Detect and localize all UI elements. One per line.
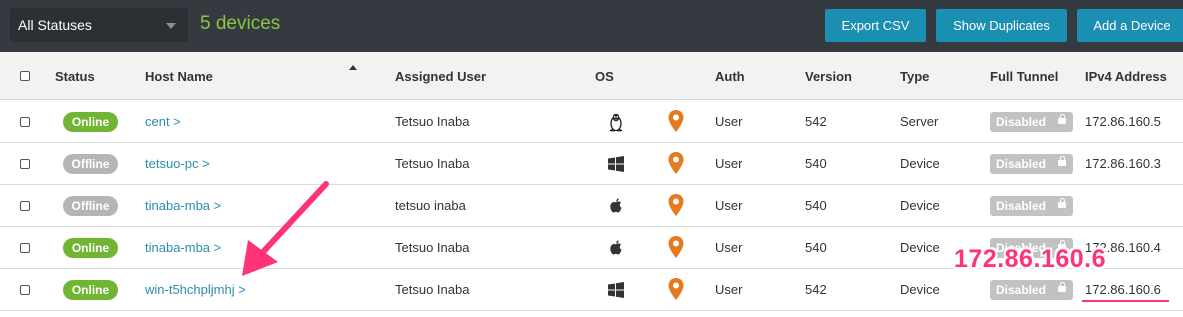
auth-value: User [715, 156, 743, 171]
ip-underline-annotation [1082, 300, 1169, 302]
toolbar: All Statuses 5 devices Export CSV Show D… [0, 0, 1183, 52]
column-assigned-user[interactable]: Assigned User [395, 69, 486, 84]
assigned-user: Tetsuo Inaba [395, 282, 470, 297]
table-row: Offline tetsuo-pc > Tetsuo Inaba User 54… [0, 143, 1183, 185]
assigned-user: tetsuo inaba [395, 198, 466, 213]
full-tunnel-label: Disabled [996, 199, 1047, 213]
full-tunnel-label: Disabled [996, 115, 1047, 129]
device-type: Device [900, 198, 940, 213]
location-pin-icon[interactable] [667, 193, 685, 217]
full-tunnel-badge[interactable]: Disabled [990, 112, 1073, 132]
ipv4-address: 172.86.160.3 [1085, 156, 1161, 171]
ip-address-callout: 172.86.160.6 [954, 245, 1106, 273]
unlock-icon [1058, 198, 1066, 208]
status-badge: Online [63, 280, 118, 300]
status-filter-value: All Statuses [18, 17, 92, 33]
column-type[interactable]: Type [900, 69, 929, 84]
table-row: Online win-t5hchpljmhj > Tetsuo Inaba Us… [0, 269, 1183, 311]
unlock-icon [1058, 282, 1066, 292]
location-pin-icon[interactable] [667, 235, 685, 259]
device-type: Device [900, 282, 940, 297]
linux-icon [609, 113, 623, 132]
apple-icon [610, 198, 622, 213]
full-tunnel-badge[interactable]: Disabled [990, 280, 1073, 300]
export-csv-button[interactable]: Export CSV [825, 9, 926, 42]
host-name-link[interactable]: tinaba-mba > [145, 240, 221, 255]
status-badge: Online [63, 112, 118, 132]
auth-value: User [715, 114, 743, 129]
host-name-link[interactable]: win-t5hchpljmhj > [145, 282, 246, 297]
ipv4-address: 172.86.160.5 [1085, 114, 1161, 129]
auth-value: User [715, 282, 743, 297]
chevron-down-icon [166, 23, 176, 29]
auth-value: User [715, 198, 743, 213]
full-tunnel-label: Disabled [996, 283, 1047, 297]
version-value: 540 [805, 240, 827, 255]
column-full-tunnel[interactable]: Full Tunnel [990, 69, 1058, 84]
column-os[interactable]: OS [595, 69, 614, 84]
location-pin-icon[interactable] [667, 109, 685, 133]
host-name-link[interactable]: tetsuo-pc > [145, 156, 210, 171]
device-count: 5 devices [200, 13, 281, 34]
row-checkbox[interactable] [20, 243, 30, 253]
windows-icon [608, 282, 624, 298]
version-value: 540 [805, 156, 827, 171]
row-checkbox[interactable] [20, 285, 30, 295]
column-auth[interactable]: Auth [715, 69, 745, 84]
assigned-user: Tetsuo Inaba [395, 114, 470, 129]
row-checkbox[interactable] [20, 117, 30, 127]
host-name-link[interactable]: cent > [145, 114, 181, 129]
location-pin-icon[interactable] [667, 151, 685, 175]
full-tunnel-badge[interactable]: Disabled [990, 154, 1073, 174]
table-row: Online cent > Tetsuo Inaba User 542 Serv… [0, 101, 1183, 143]
apple-icon [610, 240, 622, 255]
auth-value: User [715, 240, 743, 255]
location-pin-icon[interactable] [667, 277, 685, 301]
windows-icon [608, 156, 624, 172]
version-value: 540 [805, 198, 827, 213]
column-ipv4-address[interactable]: IPv4 Address [1085, 69, 1167, 84]
full-tunnel-label: Disabled [996, 157, 1047, 171]
table-header: Status Host Name Assigned User OS Auth V… [0, 52, 1183, 100]
version-value: 542 [805, 114, 827, 129]
host-name-link[interactable]: tinaba-mba > [145, 198, 221, 213]
row-checkbox[interactable] [20, 159, 30, 169]
row-checkbox[interactable] [20, 201, 30, 211]
unlock-icon [1058, 114, 1066, 124]
status-badge: Offline [63, 196, 118, 216]
select-all-checkbox[interactable] [20, 71, 30, 81]
device-type: Device [900, 240, 940, 255]
column-status[interactable]: Status [55, 69, 95, 84]
add-device-button[interactable]: Add a Device [1077, 9, 1183, 42]
unlock-icon [1058, 156, 1066, 166]
version-value: 542 [805, 282, 827, 297]
status-badge: Offline [63, 154, 118, 174]
table-row: Offline tinaba-mba > tetsuo inaba User 5… [0, 185, 1183, 227]
assigned-user: Tetsuo Inaba [395, 240, 470, 255]
device-type: Device [900, 156, 940, 171]
full-tunnel-badge[interactable]: Disabled [990, 196, 1073, 216]
device-type: Server [900, 114, 939, 129]
column-version[interactable]: Version [805, 69, 852, 84]
status-badge: Online [63, 238, 118, 258]
ipv4-address: 172.86.160.6 [1085, 282, 1161, 297]
column-host-name[interactable]: Host Name [145, 69, 213, 84]
assigned-user: Tetsuo Inaba [395, 156, 470, 171]
sort-ascending-icon[interactable] [349, 65, 357, 70]
status-filter-select[interactable]: All Statuses [10, 8, 188, 42]
show-duplicates-button[interactable]: Show Duplicates [936, 9, 1067, 42]
